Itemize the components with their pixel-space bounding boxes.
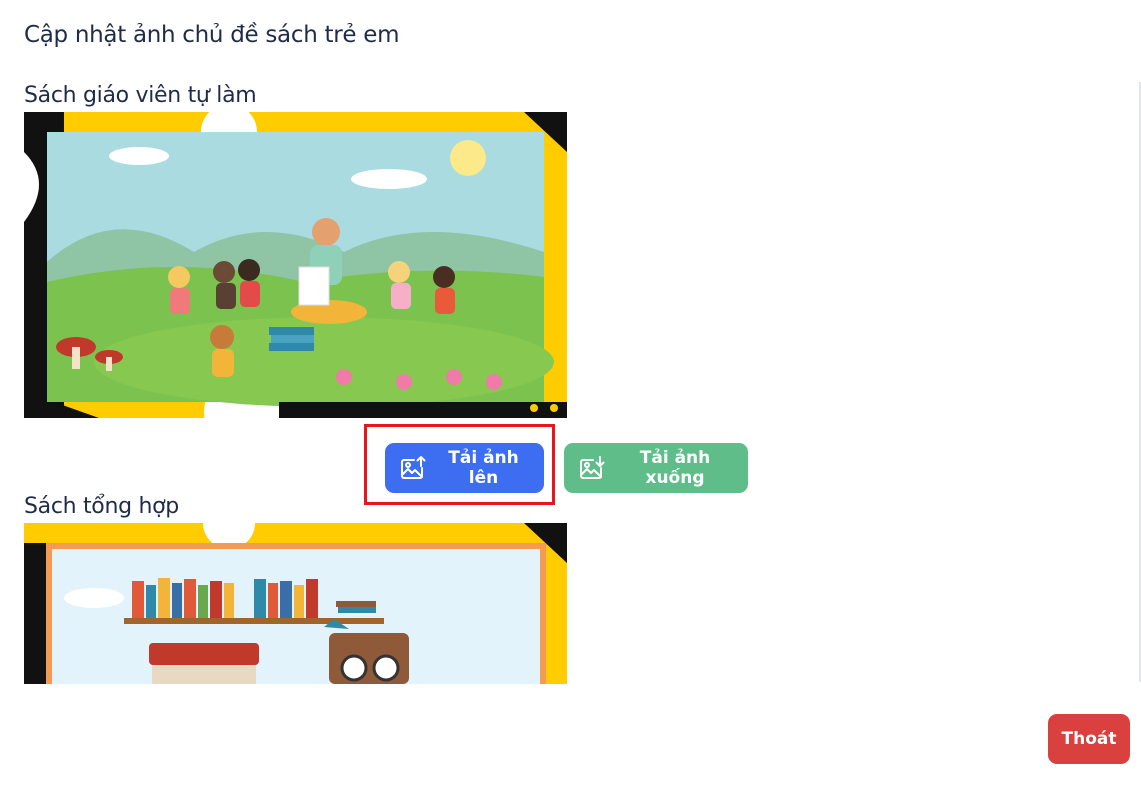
upload-image-label: Tải ảnh lên (448, 448, 519, 488)
image-download-icon (578, 454, 606, 482)
classroom-illustration-image (24, 112, 567, 418)
exit-button[interactable]: Thoát (1048, 714, 1130, 764)
page-title: Cập nhật ảnh chủ đề sách trẻ em (24, 22, 400, 48)
image-upload-icon (399, 454, 427, 482)
download-image-button[interactable]: Tải ảnh xuống (564, 443, 748, 493)
upload-image-button[interactable]: Tải ảnh lên (385, 443, 544, 493)
section-title-teacher-books: Sách giáo viên tự làm (24, 83, 257, 108)
section-title-combined-books: Sách tổng hợp (24, 494, 179, 519)
download-image-label: Tải ảnh xuống (639, 448, 711, 488)
bookshelf-illustration-image (24, 523, 567, 684)
